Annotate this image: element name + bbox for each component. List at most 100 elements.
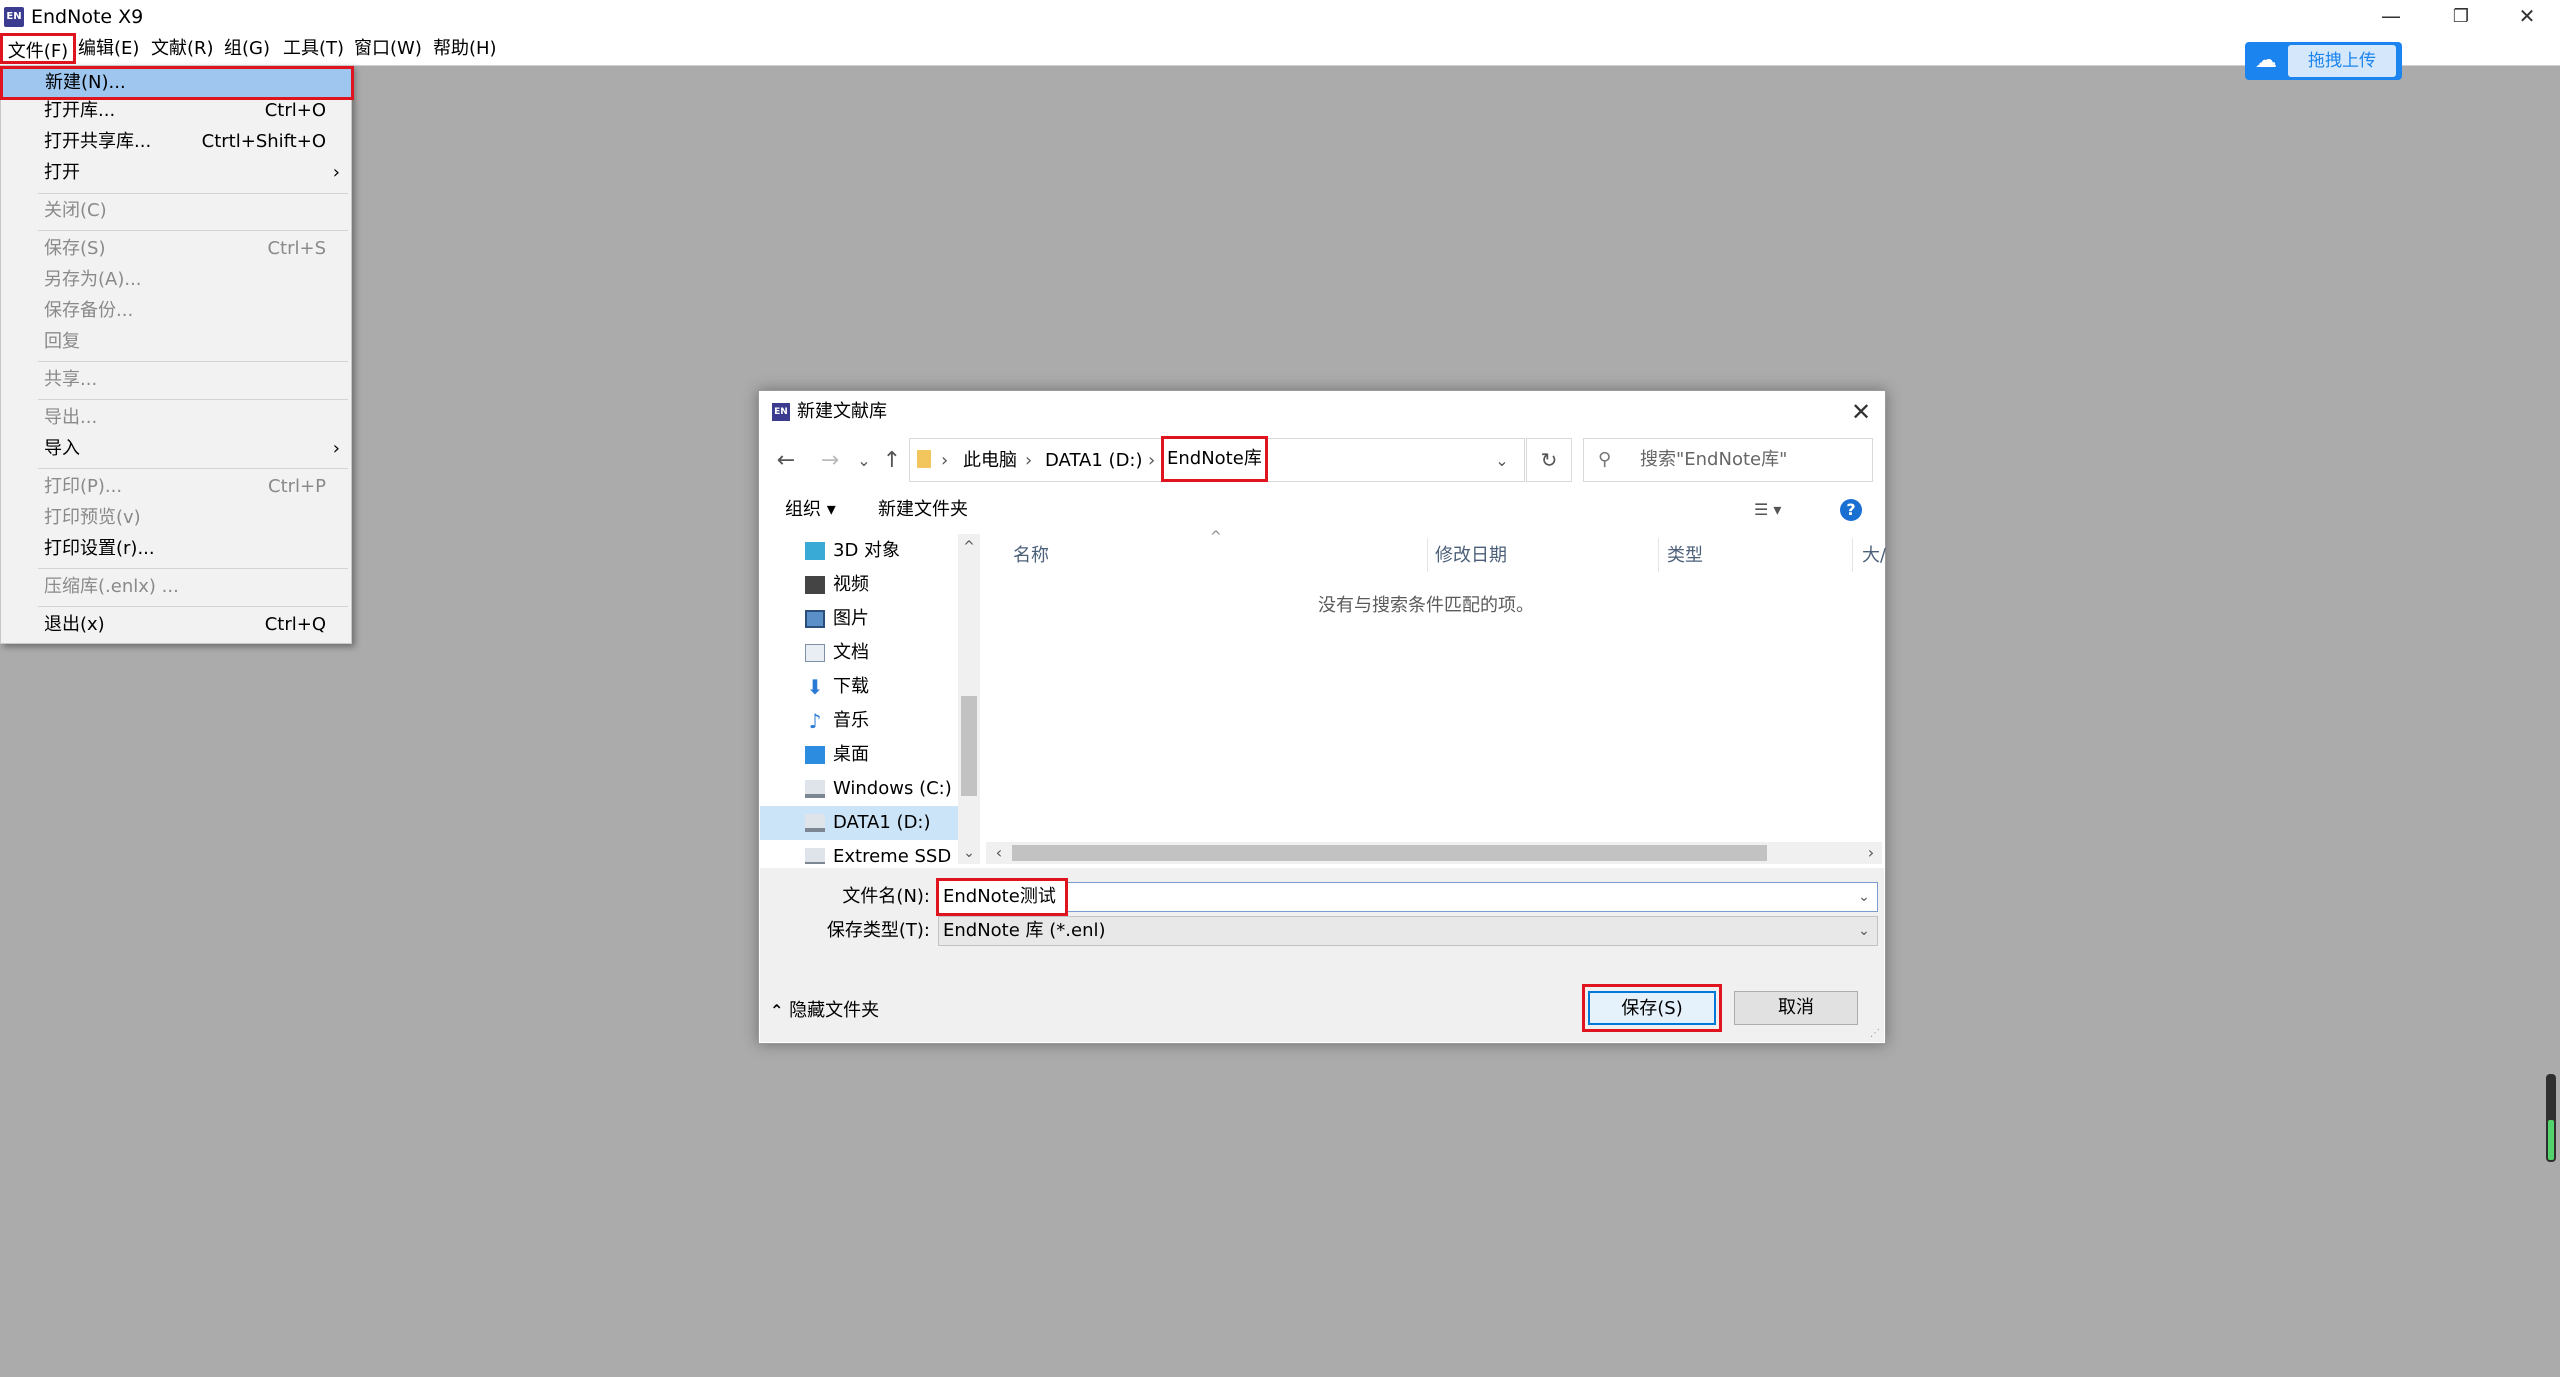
tree-item-music[interactable]: ♪ 音乐: [760, 704, 960, 738]
menu-separator: [38, 193, 348, 194]
scroll-down-icon[interactable]: ⌄: [958, 842, 980, 864]
save-button[interactable]: 保存(S): [1588, 991, 1716, 1025]
dialog-close-button[interactable]: ✕: [1838, 395, 1884, 429]
scroll-right-icon[interactable]: ›: [1860, 842, 1882, 864]
menu-item-print-preview[interactable]: 打印预览(v): [2, 503, 350, 533]
breadcrumb-endnote-library[interactable]: EndNote库: [1161, 436, 1268, 482]
recent-locations-icon[interactable]: ⌄: [850, 446, 878, 476]
menu-item-save-backup[interactable]: 保存备份...: [2, 296, 350, 326]
minimize-button[interactable]: —: [2356, 0, 2426, 33]
tree-item-windows-c[interactable]: Windows (C:): [760, 772, 960, 806]
menu-separator: [38, 606, 348, 607]
column-divider[interactable]: [1852, 538, 1853, 572]
address-dropdown-icon[interactable]: ⌄: [1490, 446, 1514, 476]
column-divider[interactable]: [1658, 538, 1659, 572]
column-header-type[interactable]: 类型: [1667, 540, 1703, 572]
menu-item-save-as[interactable]: 另存为(A)...: [2, 265, 350, 295]
chevron-up-icon: ⌃: [770, 1001, 784, 1020]
view-options-icon[interactable]: ☰ ▾: [1754, 498, 1794, 522]
column-header-name[interactable]: 名称: [1013, 540, 1049, 572]
menu-edit[interactable]: 编辑(E): [74, 33, 143, 64]
video-icon: [805, 576, 825, 594]
menu-item-open[interactable]: 打开 ›: [2, 158, 350, 188]
refresh-icon[interactable]: ↻: [1526, 438, 1572, 482]
breadcrumb-this-pc[interactable]: 此电脑: [963, 446, 1017, 476]
menu-item-export[interactable]: 导出...: [2, 403, 350, 433]
menu-item-shortcut: Ctrl+P: [268, 476, 326, 497]
menu-references[interactable]: 文献(R): [147, 33, 218, 64]
hide-folders-toggle[interactable]: ⌃ 隐藏文件夹: [770, 996, 879, 1026]
back-icon[interactable]: ←: [772, 446, 800, 476]
breadcrumb-data1[interactable]: DATA1 (D:): [1045, 446, 1143, 476]
resize-grip-icon[interactable]: ⋰: [1870, 1028, 1882, 1040]
menu-item-label: 退出(x): [44, 614, 105, 635]
menu-item-open-library[interactable]: 打开库... Ctrl+O: [2, 96, 350, 126]
column-header-date-modified[interactable]: 修改日期: [1435, 540, 1507, 572]
tree-item-data1-d[interactable]: DATA1 (D:): [760, 806, 958, 840]
tree-item-label: 3D 对象: [833, 540, 901, 561]
menu-item-share[interactable]: 共享...: [2, 365, 350, 395]
dialog-title: 新建文献库: [797, 401, 887, 422]
close-window-button[interactable]: ✕: [2492, 0, 2560, 33]
tree-item-downloads[interactable]: ⬇ 下载: [760, 670, 960, 704]
filetype-dropdown-icon[interactable]: ⌄: [1852, 917, 1876, 945]
menu-groups[interactable]: 组(G): [220, 33, 274, 64]
submenu-arrow-icon: ›: [332, 438, 340, 459]
filename-label: 文件名(N):: [842, 886, 930, 907]
menu-help[interactable]: 帮助(H): [429, 33, 501, 64]
menu-item-print-setup[interactable]: 打印设置(r)...: [2, 534, 350, 564]
music-icon: ♪: [808, 709, 822, 733]
tree-item-desktop[interactable]: 桌面: [760, 738, 960, 772]
scroll-up-icon[interactable]: ^: [958, 536, 980, 558]
menu-item-close[interactable]: 关闭(C): [2, 196, 350, 226]
search-input[interactable]: 搜索"EndNote库": [1640, 446, 1787, 474]
endnote-dialog-icon: EN: [772, 403, 790, 421]
menu-item-import[interactable]: 导入 ›: [2, 434, 350, 464]
menu-item-print[interactable]: 打印(P)... Ctrl+P: [2, 472, 350, 502]
menu-window[interactable]: 窗口(W): [350, 33, 426, 64]
cancel-button[interactable]: 取消: [1734, 991, 1858, 1025]
tree-item-video[interactable]: 视频: [760, 568, 960, 602]
up-folder-icon[interactable]: ↑: [878, 446, 906, 476]
tree-item-pictures[interactable]: 图片: [760, 602, 960, 636]
menu-item-save[interactable]: 保存(S) Ctrl+S: [2, 234, 350, 264]
breadcrumb-separator: ›: [941, 450, 949, 471]
filename-value[interactable]: EndNote测试: [936, 878, 1068, 916]
menu-item-shortcut: Ctrl+O: [264, 100, 326, 121]
tree-scrollbar-thumb[interactable]: [961, 696, 977, 796]
menu-item-label: 打印(P)...: [44, 476, 123, 497]
tree-item-documents[interactable]: 文档: [760, 636, 960, 670]
menu-item-revert[interactable]: 回复: [2, 327, 350, 357]
menu-item-exit[interactable]: 退出(x) Ctrl+Q: [2, 610, 350, 640]
cloud-icon: ☁: [2255, 48, 2277, 73]
filename-field[interactable]: [938, 882, 1878, 912]
menu-item-label: 共享...: [44, 369, 98, 390]
pictures-icon: [805, 610, 825, 628]
tree-item-label: 桌面: [833, 744, 869, 765]
menu-separator: [38, 399, 348, 400]
menu-tools[interactable]: 工具(T): [279, 33, 348, 64]
menu-separator: [38, 361, 348, 362]
upload-label[interactable]: 拖拽上传: [2288, 45, 2396, 77]
menu-item-new[interactable]: 新建(N)...: [0, 66, 354, 100]
menu-item-open-shared-library[interactable]: 打开共享库... Ctrtl+Shift+O: [2, 127, 350, 157]
tree-item-3d-objects[interactable]: 3D 对象: [760, 534, 960, 568]
menu-file[interactable]: 文件(F): [0, 33, 76, 64]
breadcrumb-separator: ›: [1025, 450, 1033, 471]
scroll-left-icon[interactable]: ‹: [988, 842, 1010, 864]
new-folder-button[interactable]: 新建文件夹: [878, 496, 968, 524]
filetype-select[interactable]: EndNote 库 (*.enl): [938, 916, 1878, 946]
restore-button[interactable]: ❐: [2426, 0, 2496, 33]
help-icon[interactable]: ?: [1840, 499, 1862, 521]
filename-dropdown-icon[interactable]: ⌄: [1852, 883, 1876, 911]
tree-item-label: 下载: [833, 676, 869, 697]
column-divider[interactable]: [1427, 538, 1428, 572]
side-widget-indicator: [2548, 1120, 2554, 1160]
organize-button[interactable]: 组织 ▾: [785, 496, 836, 524]
forward-icon[interactable]: →: [816, 446, 844, 476]
tree-item-extreme-ssd[interactable]: Extreme SSD (F: [760, 840, 974, 864]
menu-item-shortcut: Ctrtl+Shift+O: [201, 131, 326, 152]
menu-item-compress-library[interactable]: 压缩库(.enlx) ...: [2, 572, 350, 602]
hscrollbar-thumb[interactable]: [1012, 845, 1767, 861]
column-header-size[interactable]: 大/: [1862, 540, 1886, 572]
